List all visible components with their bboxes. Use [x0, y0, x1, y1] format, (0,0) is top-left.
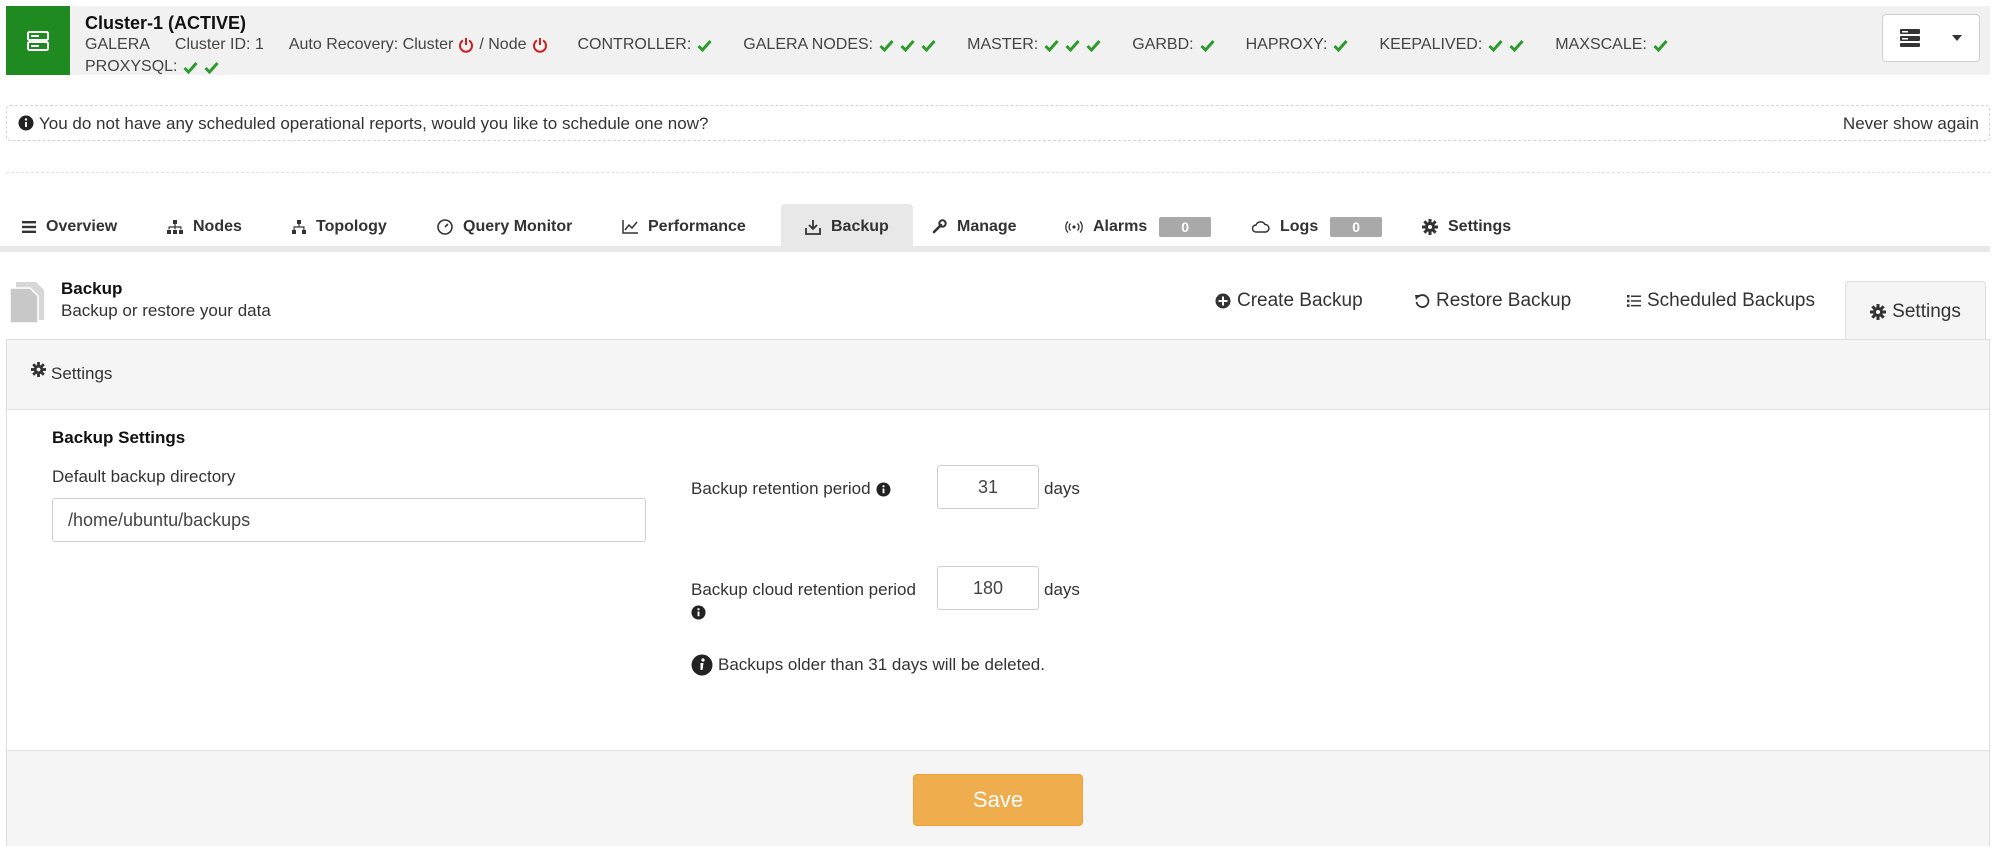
- cluster-header: Cluster-1 (ACTIVE) GALERA Cluster ID: 1 …: [6, 6, 1990, 75]
- proxysql-status: PROXYSQL:: [85, 58, 225, 76]
- retention-period-input[interactable]: [937, 465, 1039, 509]
- cluster-title: Cluster-1 (ACTIVE): [85, 13, 247, 33]
- tab-overview[interactable]: Overview: [22, 204, 117, 250]
- tab-logs[interactable]: Logs 0: [1252, 204, 1383, 250]
- info-circle-icon: [691, 654, 713, 676]
- check-icon: [1044, 39, 1059, 52]
- panel-header-label: Settings: [51, 364, 113, 383]
- gear-icon: [1422, 219, 1438, 235]
- list-icon: [1627, 295, 1641, 307]
- caret-down-icon: [1952, 35, 1962, 41]
- document-icon: [9, 282, 44, 324]
- power-icon[interactable]: [532, 37, 548, 53]
- check-icon: [921, 39, 936, 52]
- download-icon: [805, 220, 821, 235]
- panel-header: Settings: [7, 340, 1989, 410]
- proxysql-checks: [183, 61, 225, 74]
- tab-alarms[interactable]: Alarms 0: [1065, 204, 1212, 250]
- check-icon: [204, 61, 220, 74]
- cluster-id: Cluster ID: 1: [174, 36, 264, 53]
- info-icon[interactable]: [876, 481, 891, 497]
- cluster-type: GALERA: [85, 36, 150, 53]
- gauge-icon: [437, 219, 453, 235]
- retention-hint: Backups older than 31 days will be delet…: [691, 654, 1045, 676]
- undo-icon: [1415, 294, 1430, 308]
- server-icon: [6, 6, 70, 75]
- cloud-retention-unit: days: [1044, 580, 1080, 599]
- check-icon: [879, 39, 894, 52]
- settings-subtab[interactable]: Settings: [1845, 281, 1986, 341]
- check-icon: [900, 39, 915, 52]
- check-icon: [1509, 39, 1524, 52]
- component-status-item: MAXSCALE:: [1555, 36, 1674, 54]
- cloud-retention-label: Backup cloud retention period: [691, 580, 916, 599]
- component-status-item: GARBD:: [1132, 36, 1220, 54]
- list-icon: [22, 221, 36, 233]
- tab-query-monitor[interactable]: Query Monitor: [437, 204, 572, 250]
- gear-icon: [1870, 303, 1887, 320]
- create-backup-tab[interactable]: Create Backup: [1215, 290, 1363, 312]
- section-title: Backup Settings: [52, 428, 186, 447]
- tab-nodes[interactable]: Nodes: [167, 204, 242, 250]
- restore-backup-tab[interactable]: Restore Backup: [1414, 290, 1571, 312]
- check-icon: [1653, 39, 1668, 52]
- component-status-item: HAPROXY:: [1246, 36, 1355, 54]
- reports-notice: You do not have any scheduled operationa…: [6, 105, 1990, 141]
- check-icon: [1333, 39, 1349, 52]
- tab-settings[interactable]: Settings: [1422, 204, 1511, 250]
- sitemap-icon: [167, 220, 183, 234]
- cloud-retention-input[interactable]: [937, 566, 1039, 610]
- check-icon: [1065, 39, 1080, 52]
- check-icon: [1488, 39, 1503, 52]
- component-status-list: CONTROLLER: GALERA NODES: MASTER: GARBD: HAP…: [578, 36, 1699, 54]
- cluster-actions-dropdown[interactable]: [1882, 14, 1980, 62]
- page-title: Backup: [61, 279, 123, 298]
- main-tabs: Overview Nodes Topology Query Monitor Pe…: [0, 204, 1990, 252]
- component-status-item: KEEPALIVED:: [1379, 36, 1530, 54]
- cloud-icon: [1252, 221, 1270, 233]
- topology-icon: [292, 220, 306, 234]
- cluster-status-line: GALERA Cluster ID: 1 Auto Recovery: Clus…: [85, 36, 1699, 54]
- wrench-icon: [932, 219, 947, 234]
- page-subtitle: Backup or restore your data: [61, 301, 271, 320]
- gear-icon: [31, 362, 46, 377]
- power-icon[interactable]: [458, 37, 474, 53]
- never-show-again-link[interactable]: Never show again: [1843, 114, 1979, 134]
- retention-period-label: Backup retention period: [691, 479, 891, 499]
- check-icon: [1086, 39, 1101, 52]
- server-stack-icon: [1900, 29, 1920, 47]
- check-icon: [1200, 39, 1215, 52]
- line-chart-icon: [622, 220, 638, 234]
- component-status-item: GALERA NODES:: [743, 36, 942, 54]
- backup-directory-label: Default backup directory: [52, 467, 236, 486]
- tab-topology[interactable]: Topology: [292, 204, 387, 250]
- scheduled-backups-tab[interactable]: Scheduled Backups: [1627, 290, 1815, 312]
- tab-manage[interactable]: Manage: [931, 204, 1017, 250]
- logs-count-badge: 0: [1330, 217, 1383, 237]
- signal-icon: [1065, 221, 1083, 233]
- backup-directory-input[interactable]: [52, 498, 646, 542]
- check-icon: [697, 39, 712, 52]
- info-icon[interactable]: [691, 605, 706, 620]
- check-icon: [183, 61, 199, 74]
- component-status-item: CONTROLLER:: [578, 36, 719, 54]
- retention-unit: days: [1044, 479, 1080, 498]
- component-status-item: MASTER:: [967, 36, 1107, 54]
- tab-backup[interactable]: Backup: [781, 204, 913, 250]
- save-button[interactable]: Save: [913, 774, 1083, 826]
- plus-circle-icon: [1215, 293, 1231, 309]
- panel-footer: Save: [7, 750, 1989, 846]
- tab-performance[interactable]: Performance: [622, 204, 746, 250]
- notice-text[interactable]: You do not have any scheduled operationa…: [39, 114, 708, 134]
- alarms-count-badge: 0: [1159, 217, 1212, 237]
- auto-recovery-status: Auto Recovery: Cluster / Node: [289, 36, 553, 54]
- backup-settings-panel: Settings Backup Settings Default backup …: [6, 339, 1990, 846]
- info-icon: [18, 115, 34, 131]
- divider: [6, 172, 1990, 173]
